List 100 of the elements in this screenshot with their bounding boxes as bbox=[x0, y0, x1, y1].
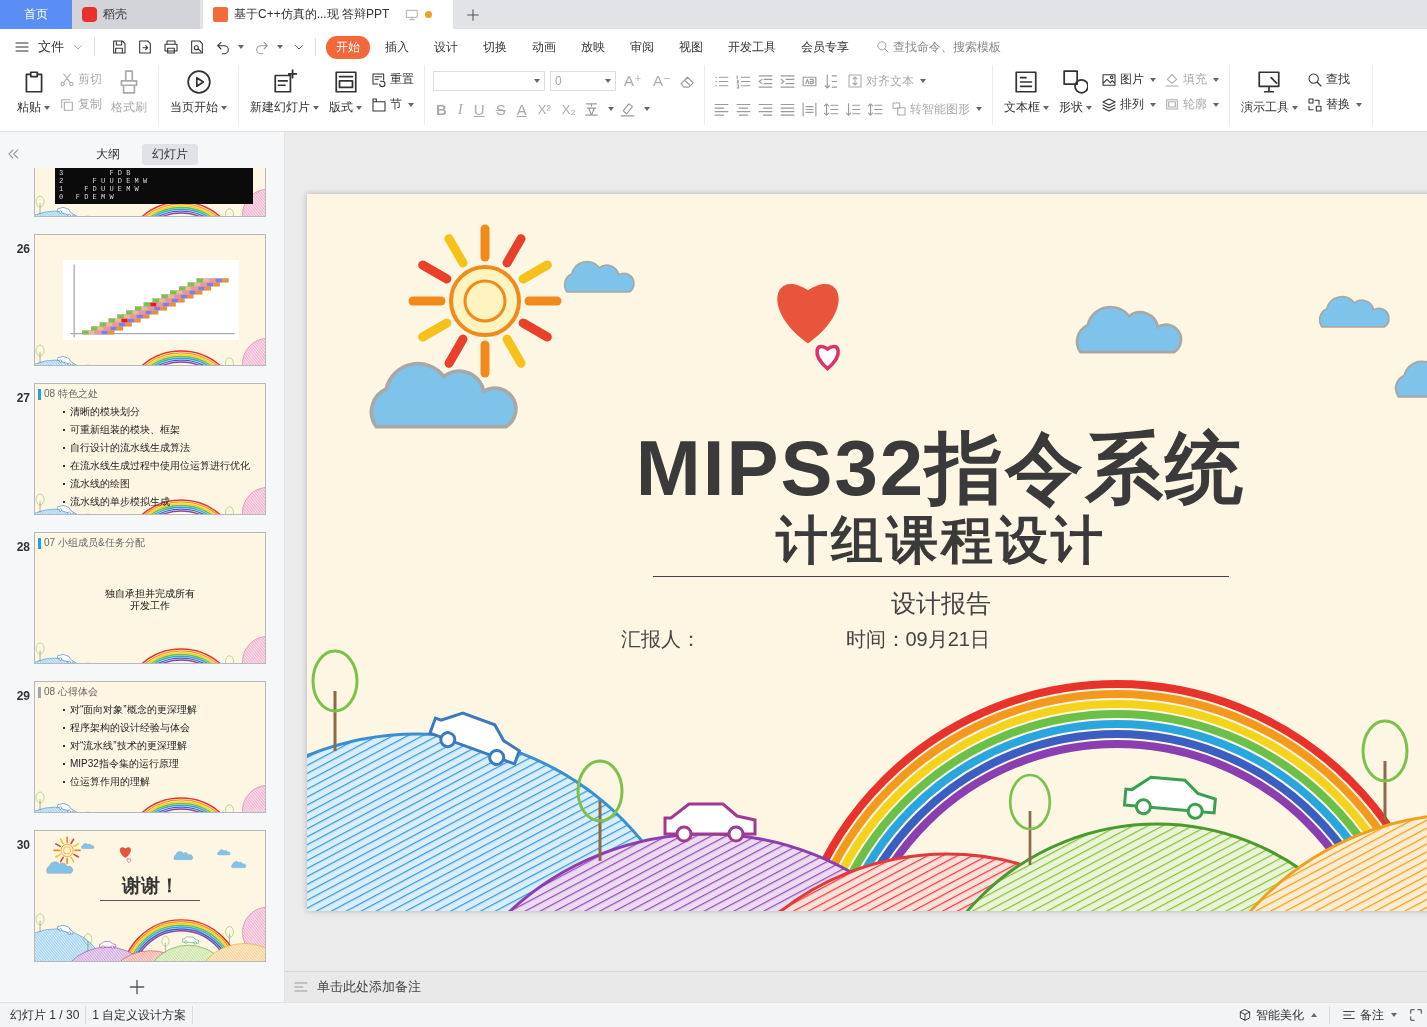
replace-icon bbox=[1306, 96, 1323, 113]
ribbon-button[interactable]: 粘贴 bbox=[14, 67, 53, 118]
distribute-icon[interactable] bbox=[800, 100, 818, 118]
fit-icon[interactable] bbox=[1409, 1008, 1423, 1022]
ribbon-button[interactable]: 版式 bbox=[326, 67, 365, 118]
ribbon-button[interactable]: 替换 bbox=[1304, 95, 1364, 114]
slide-number: 27 bbox=[15, 391, 31, 405]
ribbon-button[interactable]: 重置 bbox=[369, 70, 416, 89]
ribbon-tab[interactable]: 开发工具 bbox=[718, 35, 786, 59]
caret-icon bbox=[1311, 1013, 1317, 1017]
slide-title: 谢谢！ bbox=[121, 874, 179, 898]
beautify-button[interactable]: 智能美化 bbox=[1232, 1006, 1323, 1024]
caret-icon bbox=[313, 105, 319, 110]
ribbon-button[interactable]: 文本框 bbox=[1000, 67, 1052, 118]
new-tab-icon[interactable] bbox=[465, 6, 481, 23]
ribbon-button[interactable]: 节 bbox=[369, 95, 416, 114]
ribbon-button[interactable]: 排列 bbox=[1098, 95, 1158, 114]
search-icon bbox=[876, 40, 890, 54]
paragraph-spacing-icon[interactable] bbox=[844, 100, 862, 118]
caret-icon bbox=[221, 105, 227, 110]
document-tab[interactable]: 基于C++仿真的...现 答辩PPT bbox=[203, 0, 453, 29]
slide-number: 30 bbox=[15, 838, 31, 852]
tab-label: 稻壳 bbox=[103, 6, 127, 23]
sun-drawing bbox=[53, 836, 81, 865]
ribbon-button[interactable]: 图片 bbox=[1098, 70, 1158, 89]
font-name-field[interactable] bbox=[433, 71, 545, 91]
file-menu[interactable]: 文件 bbox=[38, 38, 64, 56]
new-slide-icon bbox=[271, 69, 298, 95]
cloud-drawing bbox=[231, 861, 247, 868]
ribbon-button[interactable]: 形状 bbox=[1055, 67, 1095, 118]
print-icon[interactable] bbox=[163, 39, 179, 55]
slide-count: 幻灯片 1 / 30 bbox=[10, 1006, 80, 1024]
ribbon-button[interactable]: 新建幻灯片 bbox=[247, 67, 322, 118]
notes-field[interactable]: 单击此处添加备注 bbox=[285, 971, 1427, 1002]
numbering-icon[interactable] bbox=[734, 72, 752, 90]
presenter-tool-icon bbox=[1256, 69, 1283, 95]
caret-icon[interactable] bbox=[277, 45, 283, 49]
preview-icon[interactable] bbox=[189, 39, 205, 55]
highlighter-icon[interactable] bbox=[619, 100, 637, 118]
bullet-text: 对“流水线”技术的更深理解 bbox=[70, 740, 187, 752]
bullet-text: 位运算作用的理解 bbox=[70, 776, 150, 788]
slide-thumbnail[interactable]: 08 心得体会 对“面向对象”概念的更深理解 程序架构的设计经验与体会 对“流水线”技术的更深理解 MIP32指令集的运行原理 位运算作用的理解 bbox=[34, 681, 266, 813]
indent-icon[interactable] bbox=[778, 72, 796, 90]
notes-icon bbox=[1342, 1008, 1356, 1022]
ribbon-tab[interactable]: 动画 bbox=[522, 35, 566, 59]
slide-heading: 08 特色之处 bbox=[44, 387, 98, 401]
slide-number: 28 bbox=[15, 540, 31, 554]
ribbon-tab[interactable]: 会员专享 bbox=[791, 35, 859, 59]
caret-icon[interactable] bbox=[238, 45, 244, 49]
cloud-drawing bbox=[173, 851, 193, 860]
heart-drawing bbox=[119, 847, 132, 863]
ribbon-button[interactable]: 当页开始 bbox=[167, 67, 230, 118]
line-spacing-icon[interactable] bbox=[866, 100, 884, 118]
menu-icon[interactable] bbox=[14, 39, 30, 55]
slide-thumbnail[interactable]: 07 小组成员&任务分配 独自承担并完成所有 开发工作 bbox=[34, 532, 266, 664]
ribbon-tab[interactable]: 审阅 bbox=[620, 35, 664, 59]
caret-icon[interactable] bbox=[608, 107, 615, 111]
caret-icon bbox=[919, 79, 926, 83]
line-spacing-icon[interactable] bbox=[822, 100, 840, 118]
export-icon[interactable] bbox=[137, 39, 153, 55]
ribbon-tab[interactable]: 切换 bbox=[473, 35, 517, 59]
cloud-drawing bbox=[1318, 295, 1390, 328]
view-tab[interactable]: 幻灯片 bbox=[142, 143, 198, 165]
ribbon-button[interactable]: 查找 bbox=[1304, 70, 1364, 89]
ribbon-button[interactable]: 演示工具 bbox=[1237, 67, 1301, 118]
caret-icon[interactable] bbox=[644, 107, 651, 111]
slide-thumbnail[interactable] bbox=[34, 234, 266, 366]
section-icon bbox=[371, 96, 387, 113]
outdent-icon[interactable] bbox=[756, 72, 774, 90]
caret-icon bbox=[1355, 102, 1362, 107]
date-text: 时间：09月21日 bbox=[845, 627, 990, 652]
ribbon-tab[interactable]: 视图 bbox=[669, 35, 713, 59]
add-slide-icon[interactable] bbox=[127, 977, 147, 997]
document-tab[interactable]: 稻壳 bbox=[72, 0, 200, 29]
caret-icon bbox=[1149, 77, 1156, 82]
bullet-text: MIP32指令集的运行原理 bbox=[70, 758, 179, 770]
slide-thumbnail[interactable]: 谢谢！ bbox=[34, 830, 266, 962]
play-icon bbox=[185, 69, 212, 95]
cloud-drawing bbox=[46, 861, 73, 874]
copy-icon bbox=[59, 96, 75, 113]
slideshow-icon bbox=[405, 7, 420, 22]
undo-icon[interactable] bbox=[215, 39, 231, 55]
bullet-text: 可重新组装的模块、框架 bbox=[70, 424, 180, 436]
text-box-icon bbox=[1013, 69, 1040, 95]
ribbon-tab[interactable]: 设计 bbox=[424, 35, 468, 59]
redo-icon[interactable] bbox=[254, 39, 270, 55]
sort-icon[interactable] bbox=[822, 72, 840, 90]
slide-text: 设计报告 bbox=[890, 588, 991, 619]
notes-button[interactable]: 备注 bbox=[1336, 1006, 1403, 1024]
cloud-drawing bbox=[217, 849, 231, 856]
caret-icon bbox=[1391, 1013, 1397, 1017]
ribbon-tab[interactable]: 放映 bbox=[571, 35, 615, 59]
caret-icon bbox=[605, 79, 611, 83]
phonetic-icon[interactable] bbox=[583, 100, 601, 118]
ribbon-tab[interactable]: 插入 bbox=[375, 35, 419, 59]
search-icon bbox=[1306, 71, 1323, 88]
save-icon[interactable] bbox=[111, 39, 127, 55]
view-tab[interactable]: 大纲 bbox=[86, 143, 130, 165]
caret-icon bbox=[1085, 105, 1092, 110]
beautify-icon bbox=[1238, 1008, 1252, 1022]
